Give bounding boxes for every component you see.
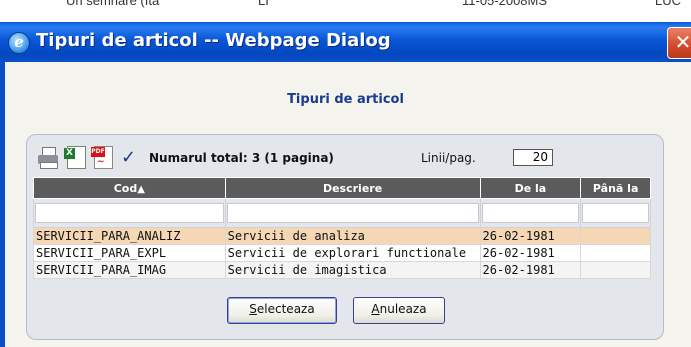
cancel-accesskey: A [371, 302, 380, 316]
total-count-label: Numarul total: 3 (1 pagina) [149, 151, 334, 165]
select-label: electeaza [256, 302, 315, 316]
page-heading: Tipuri de articol [287, 92, 404, 107]
background-text: 11-05-2008MS [462, 0, 548, 8]
check-icon[interactable]: ✓ [121, 147, 136, 168]
column-header-label: Până la [592, 181, 639, 195]
filter-cell [479, 198, 582, 228]
cell-cod: SERVICII_PARA_IMAG [33, 261, 226, 279]
cell-descriere: Servicii de analiza [224, 227, 481, 245]
dialog-title: Tipuri de articol -- Webpage Dialog [36, 30, 391, 51]
cell-de-la: 26-02-1981 [479, 261, 582, 279]
filter-input-de-la[interactable] [481, 203, 580, 224]
cell-descriere: Servicii de imagistica [224, 261, 481, 279]
column-header-pana-la[interactable]: Până la [580, 177, 651, 199]
filter-cell [224, 198, 481, 228]
filter-input-cod[interactable] [35, 203, 224, 224]
cell-cod: SERVICII_PARA_EXPL [33, 244, 226, 262]
results-table: Cod▲ Descriere De la Până la SERVICII_PA… [33, 177, 651, 279]
page-size-label: Linii/pag. [421, 151, 476, 165]
sort-ascending-icon: ▲ [137, 183, 145, 195]
grid-panel: X PDF ~ ✓ Numarul total: 3 (1 pagina) Lin… [26, 134, 664, 340]
table-row[interactable]: SERVICII_PARA_EXPL Servicii de explorari… [33, 244, 651, 262]
table-row[interactable]: SERVICII_PARA_IMAG Servicii de imagistic… [33, 261, 651, 279]
ie-icon: e [8, 32, 30, 54]
table-row[interactable]: SERVICII_PARA_ANALIZ Servicii de analiza… [33, 227, 651, 245]
filter-input-descriere[interactable] [226, 203, 479, 224]
excel-export-icon[interactable]: X [64, 145, 86, 169]
select-button[interactable]: Selecteaza [227, 297, 337, 324]
filter-input-pana-la[interactable] [582, 203, 649, 224]
cell-de-la: 26-02-1981 [479, 244, 582, 262]
column-header-label: Cod [113, 181, 138, 195]
filter-cell [580, 198, 651, 228]
cancel-label: nuleaza [379, 302, 427, 316]
cell-pana-la [580, 227, 651, 245]
background-text: Un semnare (Ita [66, 0, 160, 8]
dialog-title-bar[interactable]: e Tipuri de articol -- Webpage Dialog ✕ [0, 22, 691, 62]
background-window-strip: Un semnare (Ita LI 11-05-2008MS LUC [0, 0, 691, 22]
column-header-cod[interactable]: Cod▲ [33, 177, 226, 199]
cancel-button[interactable]: Anuleaza [353, 297, 445, 324]
cell-descriere: Servicii de explorari functionale [224, 244, 481, 262]
cell-cod: SERVICII_PARA_ANALIZ [33, 227, 226, 245]
page-size-input[interactable]: 20 [513, 149, 553, 166]
background-text: LI [258, 0, 269, 8]
close-icon: ✕ [674, 30, 691, 54]
close-button[interactable]: ✕ [667, 27, 691, 59]
filter-row [33, 198, 651, 228]
pdf-export-icon[interactable]: PDF ~ [91, 145, 113, 169]
cell-pana-la [580, 261, 651, 279]
column-header-label: Descriere [322, 181, 383, 195]
print-icon[interactable] [37, 145, 59, 169]
dialog-body: Tipuri de articol X PDF ~ ✓ Numarul total… [0, 62, 691, 347]
column-header-descriere[interactable]: Descriere [224, 177, 481, 199]
table-header-row: Cod▲ Descriere De la Până la [33, 177, 651, 199]
background-text: LUC [655, 0, 682, 8]
select-accesskey: S [249, 302, 257, 316]
column-header-label: De la [514, 181, 547, 195]
column-header-de-la[interactable]: De la [479, 177, 582, 199]
cell-de-la: 26-02-1981 [479, 227, 582, 245]
filter-cell [33, 198, 226, 228]
grid-toolbar: X PDF ~ ✓ Numarul total: 3 (1 pagina) Lin… [37, 145, 657, 171]
cell-pana-la [580, 244, 651, 262]
